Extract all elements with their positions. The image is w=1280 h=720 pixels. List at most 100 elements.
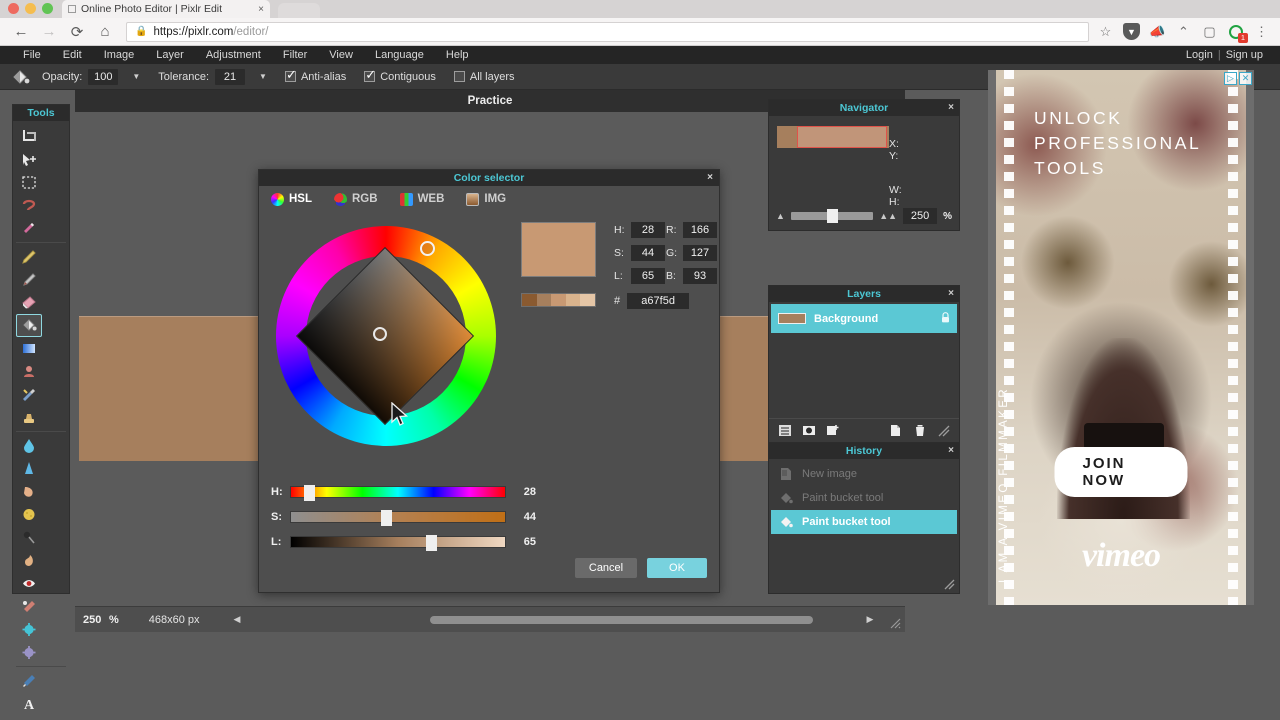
color-selector-titlebar[interactable]: Color selector ×: [259, 170, 719, 186]
navigator-viewport-rect[interactable]: [797, 126, 887, 148]
slider-lightness-track[interactable]: [290, 536, 506, 548]
slider-hue-track[interactable]: [290, 486, 506, 498]
shield-extension-icon[interactable]: ▼: [1123, 23, 1140, 40]
window-controls[interactable]: [8, 3, 53, 14]
tab-hsl[interactable]: HSL: [271, 193, 326, 206]
tolerance-caret-icon[interactable]: ▼: [259, 72, 267, 81]
menu-language[interactable]: Language: [364, 46, 435, 64]
palette-strip-3[interactable]: [551, 294, 566, 306]
history-close-icon[interactable]: ×: [948, 443, 954, 459]
forward-icon[interactable]: →: [36, 19, 62, 45]
palette-strip-5[interactable]: [580, 294, 595, 306]
hex-value[interactable]: a67f5d: [627, 293, 689, 309]
recorder-extension-icon[interactable]: 1: [1227, 23, 1244, 40]
tool-crop[interactable]: [16, 125, 42, 148]
menu-image[interactable]: Image: [93, 46, 146, 64]
tool-spot-heal[interactable]: [16, 595, 42, 618]
tool-blur[interactable]: [16, 434, 42, 457]
tolerance-value[interactable]: 21: [215, 69, 245, 85]
color-palette-strip[interactable]: [521, 293, 596, 307]
tool-brush[interactable]: [16, 268, 42, 291]
tool-arrange[interactable]: [16, 148, 42, 171]
tool-gradient[interactable]: [16, 337, 42, 360]
scroll-right-icon[interactable]: ▶: [863, 614, 877, 625]
contiguous-checkbox[interactable]: Contiguous: [364, 71, 436, 83]
history-resize-grip-icon[interactable]: [944, 579, 955, 590]
home-icon[interactable]: ⌂: [92, 19, 118, 45]
navigator-close-icon[interactable]: ×: [948, 100, 954, 116]
opacity-value[interactable]: 100: [88, 69, 118, 85]
navigator-thumb-area[interactable]: X: Y: W: H:: [769, 116, 959, 196]
tab-rgb[interactable]: RGB: [334, 193, 392, 206]
tool-pinch[interactable]: [16, 641, 42, 664]
new-tab-button[interactable]: [278, 3, 320, 18]
layers-resize-grip-icon[interactable]: [936, 424, 951, 438]
tool-burn[interactable]: [16, 549, 42, 572]
layer-settings-icon[interactable]: [777, 424, 792, 438]
tool-pencil[interactable]: [16, 245, 42, 268]
browser-tab[interactable]: Online Photo Editor | Pixlr Edit ×: [62, 0, 270, 18]
tool-wand-select[interactable]: [16, 217, 42, 240]
tab-web[interactable]: WEB: [400, 193, 459, 206]
slider-saturation-thumb[interactable]: [381, 510, 392, 526]
reload-icon[interactable]: ⟳: [64, 19, 90, 45]
tool-drawing[interactable]: [16, 383, 42, 406]
scroll-left-icon[interactable]: ◀: [230, 614, 244, 625]
maximize-window-dot[interactable]: [42, 3, 53, 14]
history-row-paint-bucket-1[interactable]: Paint bucket tool: [771, 486, 957, 510]
opacity-caret-icon[interactable]: ▼: [132, 72, 140, 81]
close-icon[interactable]: ×: [707, 170, 713, 186]
slider-saturation-track[interactable]: [290, 511, 506, 523]
red-value[interactable]: 166: [683, 222, 717, 238]
menu-adjustment[interactable]: Adjustment: [195, 46, 272, 64]
tab-img[interactable]: IMG: [466, 193, 520, 206]
alllayers-checkbox[interactable]: All layers: [454, 71, 515, 83]
tool-dodge[interactable]: [16, 526, 42, 549]
tool-smudge[interactable]: [16, 480, 42, 503]
note-extension-icon[interactable]: ▢: [1201, 23, 1218, 40]
tool-paint-bucket[interactable]: [16, 314, 42, 337]
layer-mask-icon[interactable]: [801, 424, 816, 438]
zoom-out-mountain-icon[interactable]: ▲: [776, 211, 785, 221]
megaphone-extension-icon[interactable]: 📣: [1149, 23, 1166, 40]
menu-edit[interactable]: Edit: [52, 46, 93, 64]
bookmark-star-icon[interactable]: ☆: [1097, 23, 1114, 40]
tool-eraser[interactable]: [16, 291, 42, 314]
slider-lightness-thumb[interactable]: [426, 535, 437, 551]
hue-value[interactable]: 28: [631, 222, 665, 238]
tool-marquee-select[interactable]: [16, 171, 42, 194]
slider-hue-thumb[interactable]: [304, 485, 315, 501]
lock-icon[interactable]: [941, 312, 950, 326]
resize-grip-icon[interactable]: [890, 618, 901, 629]
back-icon[interactable]: ←: [8, 19, 34, 45]
antialias-checkbox[interactable]: Anti-alias: [285, 71, 346, 83]
blue-value[interactable]: 93: [683, 268, 717, 284]
palette-strip-4[interactable]: [566, 294, 581, 306]
navigator-zoom-slider[interactable]: [791, 212, 873, 220]
palette-strip-2[interactable]: [537, 294, 552, 306]
advertisement[interactable]: UNLOCK PROFESSIONAL TOOLS I AM A VIMEO F…: [988, 70, 1254, 605]
scroll-thumb[interactable]: [430, 616, 814, 624]
tool-lasso[interactable]: [16, 194, 42, 217]
tool-clone-stamp[interactable]: [16, 406, 42, 429]
menu-layer[interactable]: Layer: [145, 46, 195, 64]
layers-close-icon[interactable]: ×: [948, 286, 954, 302]
ad-info-icon[interactable]: ▷: [1224, 72, 1237, 85]
green-value[interactable]: 127: [683, 245, 717, 261]
color-wheel-area[interactable]: [269, 222, 541, 492]
tool-color-picker[interactable]: [16, 669, 42, 692]
delete-layer-icon[interactable]: [912, 424, 927, 438]
navigator-zoom-thumb[interactable]: [827, 209, 838, 223]
close-window-dot[interactable]: [8, 3, 19, 14]
scroll-track[interactable]: [244, 613, 863, 627]
tool-red-eye[interactable]: [16, 572, 42, 595]
lightness-value[interactable]: 65: [631, 268, 665, 284]
minimize-window-dot[interactable]: [25, 3, 36, 14]
history-row-paint-bucket-2[interactable]: Paint bucket tool: [771, 510, 957, 534]
duplicate-layer-icon[interactable]: [888, 424, 903, 438]
navigator-zoom-value[interactable]: 250: [903, 208, 937, 224]
tool-hand[interactable]: [16, 715, 42, 720]
history-row-new-image[interactable]: New image: [771, 462, 957, 486]
tool-sponge[interactable]: [16, 503, 42, 526]
menu-file[interactable]: File: [12, 46, 52, 64]
